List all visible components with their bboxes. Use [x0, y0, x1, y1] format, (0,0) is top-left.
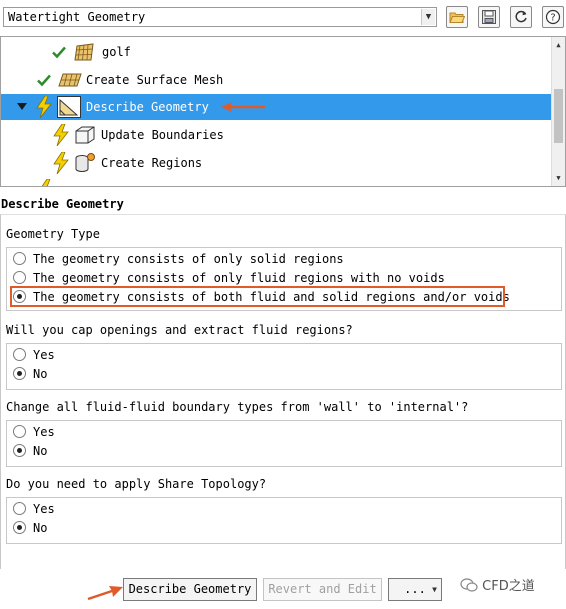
tree-item-label: Create Regions: [101, 156, 203, 170]
more-options-button[interactable]: ... ▼: [388, 578, 442, 601]
tree-item-label: Create Surface Mesh: [86, 73, 224, 87]
open-button[interactable]: [446, 6, 468, 28]
regions-icon: [75, 153, 95, 172]
radio-button[interactable]: [13, 425, 26, 438]
radio-button[interactable]: [13, 502, 26, 515]
annotation-arrow-icon: [87, 586, 123, 601]
radio-button-selected[interactable]: [13, 444, 26, 457]
share-topology-label: Do you need to apply Share Topology?: [6, 477, 267, 491]
option-label: Yes: [33, 502, 55, 516]
save-button[interactable]: [478, 6, 500, 28]
radio-button-selected[interactable]: [13, 521, 26, 534]
workflow-dropdown[interactable]: Watertight Geometry ▼: [3, 7, 437, 27]
describe-geometry-button[interactable]: Describe Geometry: [123, 578, 257, 601]
lightning-icon: [41, 179, 51, 186]
revert-and-edit-button[interactable]: Revert and Edit: [263, 578, 382, 601]
share-topology-group: Yes No: [6, 497, 562, 544]
radio-button[interactable]: [13, 271, 26, 284]
refresh-button[interactable]: [510, 6, 532, 28]
watermark: CFD之道: [460, 575, 535, 594]
chevron-down-icon[interactable]: ▼: [421, 9, 435, 25]
option-label: No: [33, 367, 48, 381]
tree-scrollbar[interactable]: ▲ ▼: [551, 37, 565, 186]
option-label: The geometry consists of only solid regi…: [33, 252, 344, 266]
cap-openings-label: Will you cap openings and extract fluid …: [6, 323, 353, 337]
cap-openings-group: Yes No: [6, 343, 562, 390]
change-boundary-group: Yes No: [6, 420, 562, 467]
tree-item-describe-geometry[interactable]: Describe Geometry: [1, 94, 552, 120]
scroll-up-icon[interactable]: ▲: [552, 39, 565, 51]
chevron-down-icon: ▼: [432, 585, 437, 594]
watermark-text: CFD之道: [482, 579, 535, 594]
scrollbar-thumb[interactable]: [554, 89, 563, 143]
geometry-icon: [57, 96, 81, 118]
geometry-type-label: Geometry Type: [6, 227, 100, 241]
lightning-icon: [53, 124, 69, 146]
tree-item-update-boundaries[interactable]: Update Boundaries: [1, 122, 552, 148]
tree-item-label: Update Boundaries: [101, 128, 224, 142]
option-label: No: [33, 444, 48, 458]
radio-button-selected[interactable]: [13, 367, 26, 380]
check-icon: [52, 46, 66, 59]
geometry-type-group: The geometry consists of only solid regi…: [6, 247, 562, 311]
folder-open-icon: [449, 12, 465, 23]
option-label: Yes: [33, 348, 55, 362]
lightning-icon: [36, 96, 52, 118]
help-icon: ?: [545, 9, 561, 25]
check-icon: [37, 74, 51, 87]
chevron-down-icon[interactable]: [17, 103, 27, 111]
radio-button[interactable]: [13, 348, 26, 361]
svg-text:?: ?: [550, 13, 555, 24]
option-label: No: [33, 521, 48, 535]
chat-bubble-icon: [460, 578, 478, 592]
workflow-dropdown-value: Watertight Geometry: [8, 10, 146, 24]
annotation-arrow-icon: [221, 102, 265, 112]
option-label: Yes: [33, 425, 55, 439]
refresh-icon: [515, 10, 527, 23]
panel-title: Describe Geometry: [1, 197, 124, 211]
scroll-down-icon[interactable]: ▼: [552, 172, 565, 184]
radio-button[interactable]: [13, 252, 26, 265]
tree-item-label: Describe Geometry: [86, 100, 209, 114]
surface-mesh-icon: [74, 43, 94, 61]
more-options-label: ...: [404, 582, 426, 596]
tree-item-create-surface-mesh[interactable]: Create Surface Mesh: [1, 67, 552, 93]
change-boundary-label: Change all fluid-fluid boundary types fr…: [6, 400, 469, 414]
tree-item-golf[interactable]: golf: [1, 39, 552, 65]
annotation-highlight: [10, 286, 505, 307]
task-panel: Geometry Type The geometry consists of o…: [0, 214, 566, 569]
tree-item-create-regions[interactable]: Create Regions: [1, 150, 552, 176]
save-icon: [482, 10, 496, 24]
tree-item-label: golf: [102, 45, 131, 59]
surface-mesh-icon: [58, 73, 82, 87]
workflow-tree: golf Create Surface Mesh Describe Geomet…: [0, 36, 566, 187]
help-button[interactable]: ?: [542, 6, 564, 28]
lightning-icon: [53, 152, 69, 174]
option-label: The geometry consists of only fluid regi…: [33, 271, 445, 285]
boundary-icon: [75, 126, 95, 144]
